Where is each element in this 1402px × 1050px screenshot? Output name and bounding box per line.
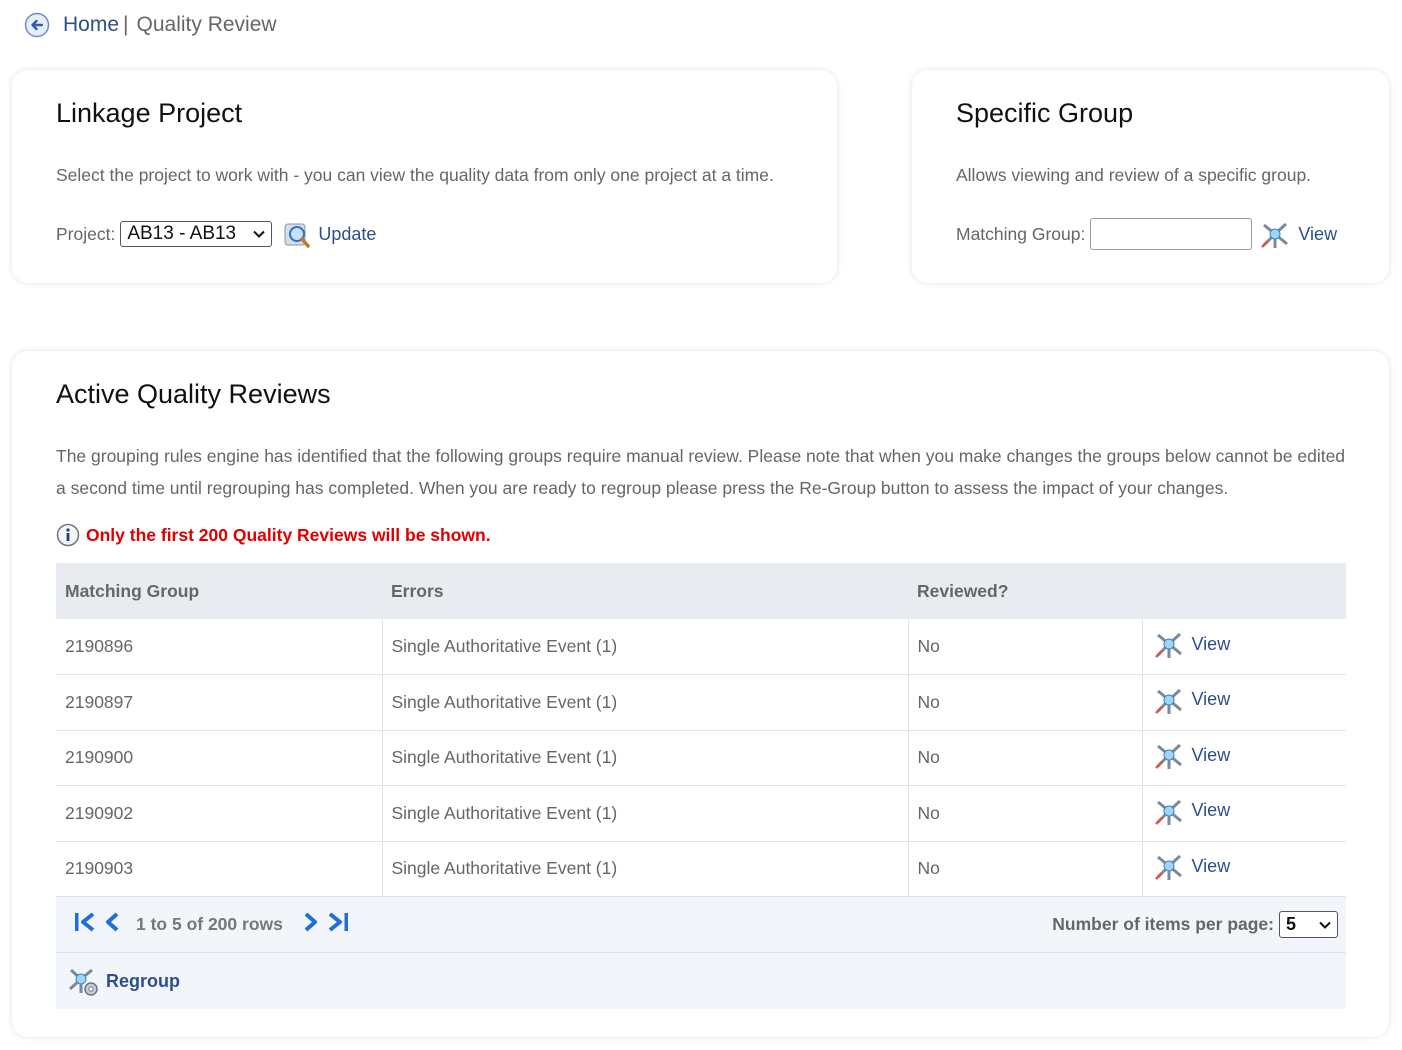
project-select-value: AB13 - AB13 — [127, 223, 237, 244]
first-page-icon[interactable] — [72, 910, 96, 939]
previous-page-icon[interactable] — [102, 910, 122, 939]
table-row: 2190902 Single Authoritative Event (1) N… — [56, 785, 1346, 842]
active-reviews-title: Active Quality Reviews — [56, 379, 331, 409]
row-view-label: View — [1191, 744, 1231, 765]
items-per-page: Number of items per page: 5 — [1052, 911, 1338, 938]
molecule-view-icon — [1154, 688, 1182, 714]
cell-reviewed: No — [908, 785, 1143, 841]
row-view-button[interactable]: View — [1152, 794, 1231, 828]
cell-action: View — [1142, 841, 1346, 897]
regroup-button[interactable]: Regroup — [66, 964, 180, 998]
project-form-row: Project: AB13 - AB13 Update — [56, 219, 376, 249]
specific-group-title: Specific Group — [956, 98, 1134, 128]
chevron-down-icon — [253, 230, 266, 238]
pagination-bar: 1 to 5 of 200 rows Number of items per p… — [56, 897, 1346, 953]
cell-errors: Single Authoritative Event (1) — [382, 841, 909, 897]
cell-reviewed: No — [908, 619, 1143, 675]
update-button[interactable]: Update — [282, 219, 376, 249]
project-select[interactable]: AB13 - AB13 — [120, 221, 273, 247]
chevron-down-icon — [1319, 921, 1331, 929]
cell-matching-group: 2190897 — [56, 674, 383, 730]
breadcrumb-separator: | — [123, 13, 129, 36]
cell-matching-group: 2190902 — [56, 785, 383, 841]
cell-errors: Single Authoritative Event (1) — [382, 619, 909, 675]
specific-group-description: Allows viewing and review of a specific … — [956, 165, 1312, 185]
column-header-actions — [1142, 563, 1346, 619]
back-arrow-icon[interactable] — [24, 12, 50, 38]
row-view-button[interactable]: View — [1152, 738, 1231, 772]
cell-action: View — [1142, 786, 1346, 842]
specific-view-label: View — [1298, 223, 1338, 244]
last-page-icon[interactable] — [327, 910, 351, 939]
breadcrumb-current: Quality Review — [136, 13, 277, 36]
cell-action: View — [1142, 675, 1346, 731]
cell-reviewed: No — [908, 674, 1143, 730]
molecule-view-icon — [1154, 855, 1182, 881]
molecule-view-icon — [1154, 632, 1182, 658]
cell-errors: Single Authoritative Event (1) — [382, 730, 909, 786]
row-view-button[interactable]: View — [1152, 683, 1231, 717]
column-header-errors[interactable]: Errors — [382, 563, 908, 619]
specific-view-button[interactable]: View — [1258, 217, 1337, 251]
linkage-project-title: Linkage Project — [56, 98, 243, 128]
specific-group-card: Specific Group Allows viewing and review… — [912, 70, 1389, 283]
column-header-matching-group[interactable]: Matching Group — [56, 563, 382, 619]
project-label: Project: — [56, 223, 116, 244]
column-header-reviewed[interactable]: Reviewed? — [908, 563, 1142, 619]
reviews-table-wrapper: Matching Group Errors Reviewed? 2190896 … — [56, 563, 1346, 1009]
row-view-button[interactable]: View — [1152, 627, 1231, 661]
cell-action: View — [1142, 730, 1346, 786]
molecule-view-icon — [1154, 744, 1182, 770]
linkage-project-description: Select the project to work with - you ca… — [56, 165, 774, 185]
row-view-label: View — [1191, 633, 1231, 654]
row-view-label: View — [1191, 689, 1231, 710]
breadcrumb-home-link[interactable]: Home — [63, 13, 119, 37]
matching-group-input[interactable] — [1090, 218, 1253, 250]
next-page-icon[interactable] — [301, 910, 321, 939]
reviews-table: Matching Group Errors Reviewed? 2190896 … — [56, 563, 1346, 897]
cell-errors: Single Authoritative Event (1) — [382, 785, 909, 841]
cell-reviewed: No — [908, 730, 1143, 786]
cell-action: View — [1142, 619, 1346, 675]
regroup-label: Regroup — [106, 970, 180, 991]
row-view-label: View — [1191, 800, 1231, 821]
active-reviews-card: Active Quality Reviews The grouping rule… — [12, 351, 1389, 1037]
table-header-row: Matching Group Errors Reviewed? — [56, 563, 1346, 619]
molecule-view-icon — [1261, 222, 1289, 248]
group-form-row: Matching Group: View — [956, 217, 1337, 251]
info-icon — [56, 523, 80, 547]
review-limit-text: Only the first 200 Quality Reviews will … — [86, 524, 491, 545]
review-limit-notice: Only the first 200 Quality Reviews will … — [56, 523, 491, 547]
linkage-project-card: Linkage Project Select the project to wo… — [12, 70, 837, 283]
items-per-page-label: Number of items per page: — [1052, 914, 1274, 934]
pagination-controls: 1 to 5 of 200 rows — [72, 910, 351, 939]
table-row: 2190903 Single Authoritative Event (1) N… — [56, 841, 1346, 897]
items-per-page-value: 5 — [1286, 914, 1297, 934]
cell-errors: Single Authoritative Event (1) — [382, 674, 909, 730]
matching-group-label: Matching Group: — [956, 223, 1086, 244]
row-view-label: View — [1191, 855, 1231, 876]
table-row: 2190897 Single Authoritative Event (1) N… — [56, 674, 1346, 731]
items-per-page-select[interactable]: 5 — [1279, 911, 1338, 938]
molecule-gear-icon — [68, 968, 98, 996]
molecule-view-icon — [1154, 799, 1182, 825]
breadcrumb: Home | Quality Review — [24, 12, 277, 38]
row-view-button[interactable]: View — [1152, 849, 1231, 883]
cell-matching-group: 2190900 — [56, 730, 383, 786]
regroup-bar: Regroup — [56, 953, 1346, 1009]
cell-matching-group: 2190896 — [56, 619, 383, 675]
table-row: 2190900 Single Authoritative Event (1) N… — [56, 730, 1346, 786]
magnifier-database-icon — [284, 223, 311, 248]
update-label: Update — [318, 223, 377, 244]
cell-reviewed: No — [908, 841, 1143, 897]
table-row: 2190896 Single Authoritative Event (1) N… — [56, 619, 1346, 675]
pagination-range-text: 1 to 5 of 200 rows — [136, 914, 283, 934]
active-reviews-description: The grouping rules engine has identified… — [56, 446, 1346, 498]
cell-matching-group: 2190903 — [56, 841, 383, 897]
